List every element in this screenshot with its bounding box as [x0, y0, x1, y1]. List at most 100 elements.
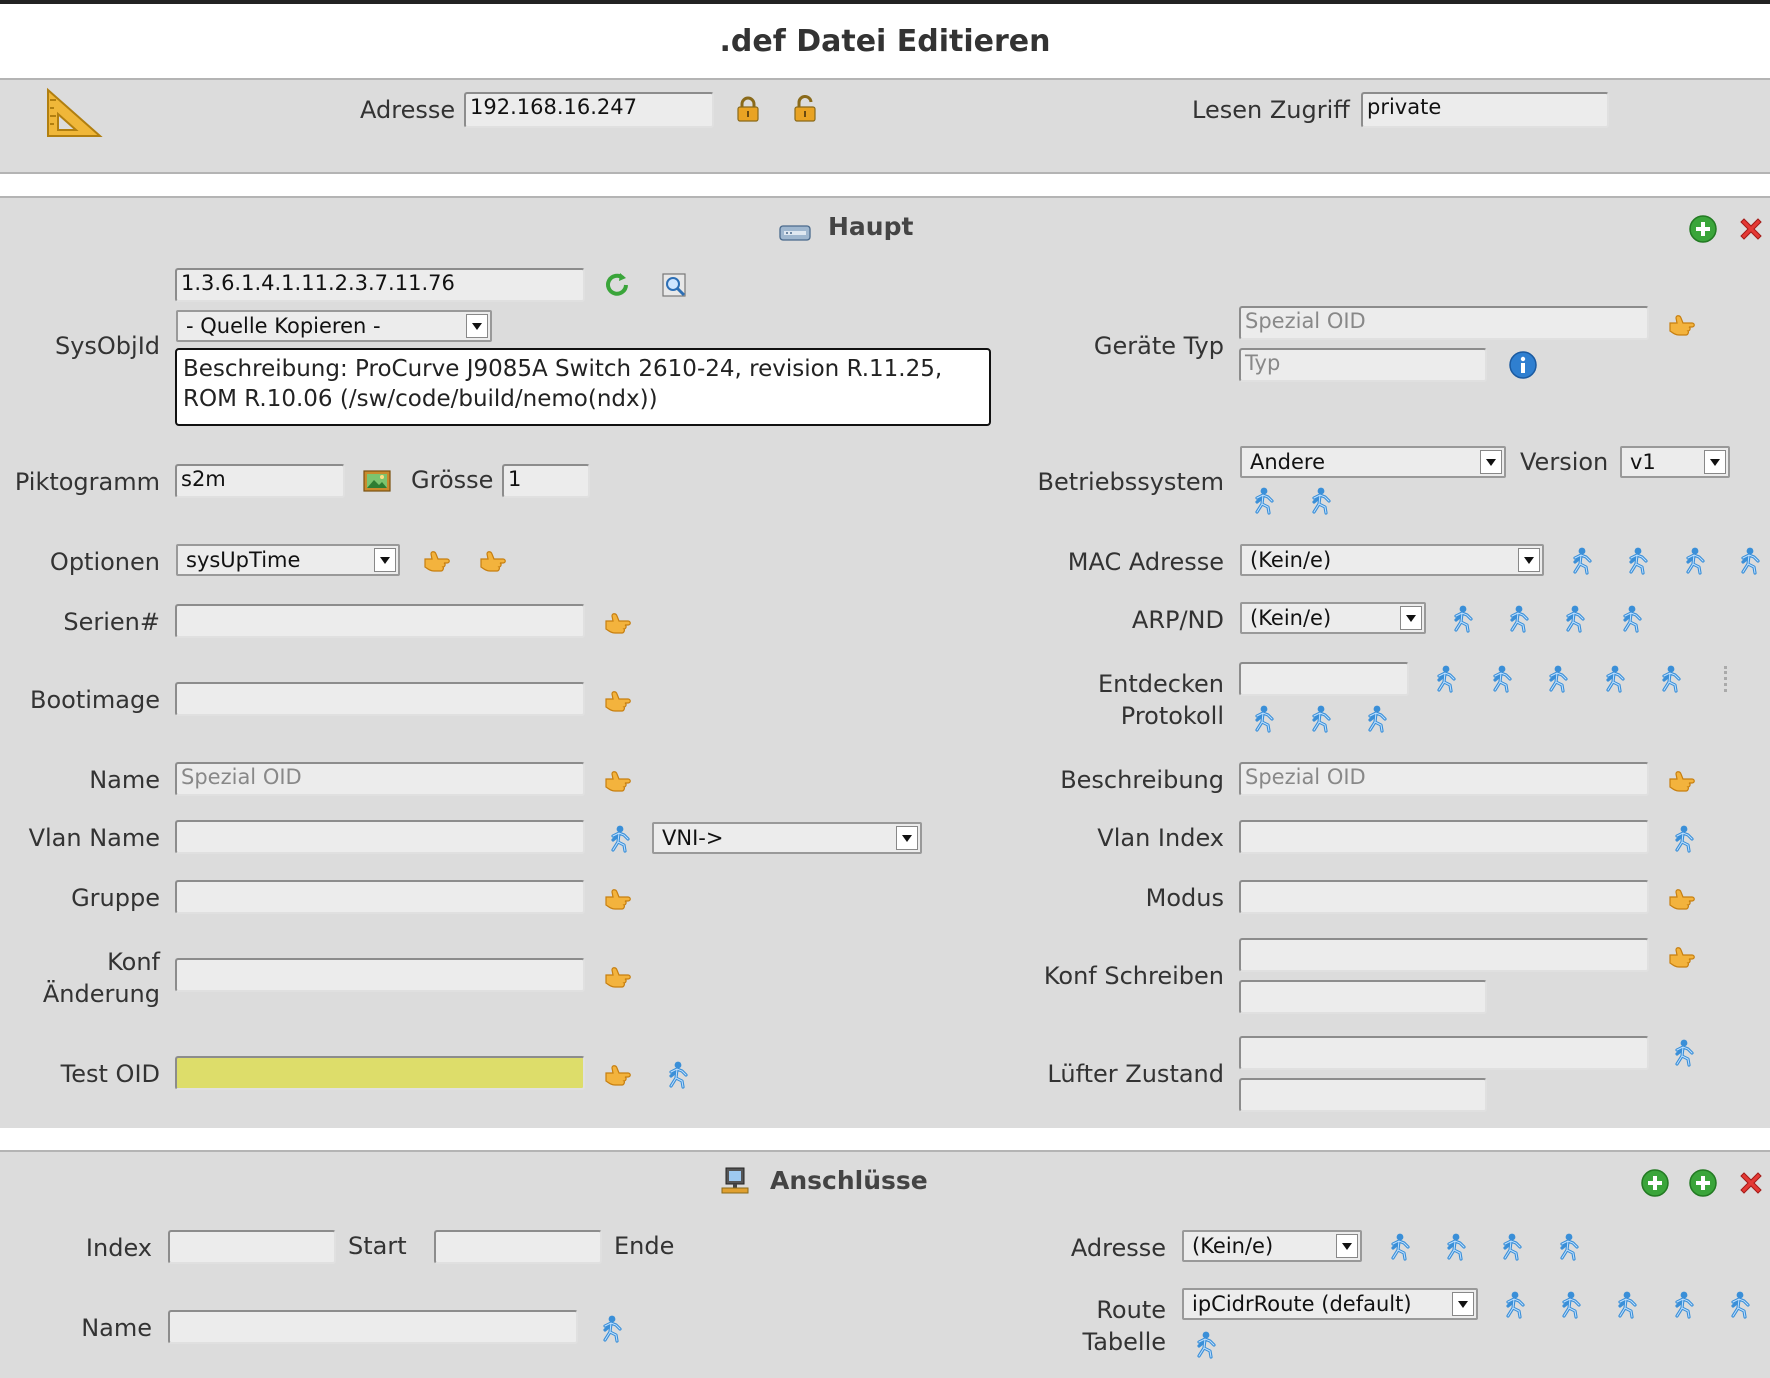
hand-pointer-icon[interactable] [602, 1060, 632, 1090]
mac-select[interactable]: (Kein/e) [1240, 544, 1544, 576]
discover-protocol-input[interactable] [1239, 662, 1409, 696]
remove-icon[interactable] [1736, 214, 1766, 244]
image-icon[interactable] [362, 466, 392, 496]
walker-icon[interactable] [1734, 546, 1764, 576]
remove-icon[interactable] [1736, 1168, 1766, 1198]
search-icon[interactable] [660, 270, 690, 300]
version-select[interactable]: v1 [1620, 446, 1730, 478]
walker-icon[interactable] [1622, 546, 1652, 576]
hand-pointer-icon[interactable] [602, 962, 632, 992]
fan-status-input-2[interactable] [1239, 1078, 1487, 1112]
walker-icon[interactable] [1496, 1232, 1526, 1262]
options-select[interactable]: sysUpTime [176, 544, 400, 576]
walker-icon[interactable] [1305, 486, 1335, 516]
conf-write-input[interactable] [1239, 938, 1649, 972]
walker-icon[interactable] [1553, 1232, 1583, 1262]
conf-change-input[interactable] [175, 958, 585, 992]
hand-pointer-icon[interactable] [1666, 884, 1696, 914]
walker-icon[interactable] [1248, 704, 1278, 734]
walker-icon[interactable] [1724, 1290, 1754, 1320]
refresh-icon[interactable] [602, 270, 632, 300]
walker-icon[interactable] [1668, 1038, 1698, 1068]
mode-input[interactable] [1239, 880, 1649, 914]
description-input[interactable]: Spezial OID [1239, 762, 1649, 796]
hand-pointer-icon[interactable] [1666, 766, 1696, 796]
serial-input[interactable] [175, 604, 585, 638]
group-input[interactable] [175, 880, 585, 914]
walker-icon[interactable] [604, 824, 634, 854]
walker-icon[interactable] [1616, 604, 1646, 634]
read-access-input[interactable]: private [1361, 92, 1609, 128]
vni-select-value: VNI-> [662, 826, 724, 850]
pictogram-input[interactable]: s2m [175, 464, 345, 498]
walker-icon[interactable] [662, 1060, 692, 1090]
spacer [0, 1128, 1770, 1150]
conf-change-label-line2: Änderung [42, 980, 160, 1008]
hand-pointer-icon[interactable] [477, 546, 507, 576]
walker-icon[interactable] [1611, 1290, 1641, 1320]
add-icon[interactable] [1688, 214, 1718, 244]
bootimage-input[interactable] [175, 682, 585, 716]
vlan-index-input[interactable] [1239, 820, 1649, 854]
walker-icon[interactable] [1486, 664, 1516, 694]
arp-select[interactable]: (Kein/e) [1240, 602, 1426, 634]
walker-icon[interactable] [1555, 1290, 1585, 1320]
copy-source-select-value: - Quelle Kopieren - [186, 314, 381, 338]
add-icon[interactable] [1640, 1168, 1670, 1198]
os-select[interactable]: Andere [1240, 446, 1506, 478]
hand-pointer-icon[interactable] [421, 546, 451, 576]
address-input[interactable]: 192.168.16.247 [464, 92, 714, 128]
port-name-input[interactable] [168, 1310, 578, 1344]
size-input[interactable]: 1 [502, 464, 590, 498]
sysobjid-input[interactable]: 1.3.6.1.4.1.11.2.3.7.11.76 [175, 268, 585, 302]
walker-icon[interactable] [1361, 704, 1391, 734]
type-input[interactable]: Typ [1239, 348, 1487, 382]
walker-icon[interactable] [1503, 604, 1533, 634]
hand-pointer-icon[interactable] [1666, 310, 1696, 340]
walker-icon[interactable] [1559, 604, 1589, 634]
walker-icon[interactable] [1447, 604, 1477, 634]
walker-icon[interactable] [1679, 546, 1709, 576]
lock-icon[interactable] [733, 94, 763, 124]
info-icon[interactable] [1508, 350, 1538, 380]
test-oid-input[interactable] [175, 1056, 585, 1090]
fan-status-input[interactable] [1239, 1036, 1649, 1070]
walker-icon[interactable] [1655, 664, 1685, 694]
chevron-down-icon [1452, 1292, 1474, 1316]
walker-icon[interactable] [1668, 1290, 1698, 1320]
hand-pointer-icon[interactable] [602, 884, 632, 914]
port-address-select[interactable]: (Kein/e) [1182, 1230, 1362, 1262]
hand-pointer-icon[interactable] [602, 608, 632, 638]
walker-icon[interactable] [1305, 704, 1335, 734]
hand-pointer-icon[interactable] [602, 766, 632, 796]
walker-icon[interactable] [1668, 824, 1698, 854]
more-dots-icon[interactable] [1724, 666, 1731, 692]
copy-source-select[interactable]: - Quelle Kopieren - [176, 310, 492, 342]
conf-write-input-2[interactable] [1239, 980, 1487, 1014]
walker-icon[interactable] [1566, 546, 1596, 576]
start-label: Start [348, 1232, 407, 1260]
walker-icon[interactable] [1440, 1232, 1470, 1262]
add-icon[interactable] [1688, 1168, 1718, 1198]
hand-pointer-icon[interactable] [602, 686, 632, 716]
walker-icon[interactable] [1599, 664, 1629, 694]
vlan-name-input[interactable] [175, 820, 585, 854]
unlock-icon[interactable] [790, 94, 820, 124]
description-text[interactable]: Beschreibung: ProCurve J9085A Switch 261… [175, 348, 991, 426]
name-input[interactable]: Spezial OID [175, 762, 585, 796]
walker-icon[interactable] [1499, 1290, 1529, 1320]
index-input[interactable] [168, 1230, 336, 1264]
walker-icon[interactable] [1430, 664, 1460, 694]
os-select-value: Andere [1250, 450, 1326, 474]
hand-pointer-icon[interactable] [1666, 942, 1696, 972]
main-panel-title: Haupt [828, 212, 914, 241]
device-type-input[interactable]: Spezial OID [1239, 306, 1649, 340]
walker-icon[interactable] [1248, 486, 1278, 516]
walker-icon[interactable] [1384, 1232, 1414, 1262]
walker-icon[interactable] [596, 1314, 626, 1344]
start-input[interactable] [434, 1230, 602, 1264]
route-table-select[interactable]: ipCidrRoute (default) [1182, 1288, 1478, 1320]
vni-select[interactable]: VNI-> [652, 822, 922, 854]
walker-icon[interactable] [1190, 1330, 1220, 1360]
walker-icon[interactable] [1542, 664, 1572, 694]
